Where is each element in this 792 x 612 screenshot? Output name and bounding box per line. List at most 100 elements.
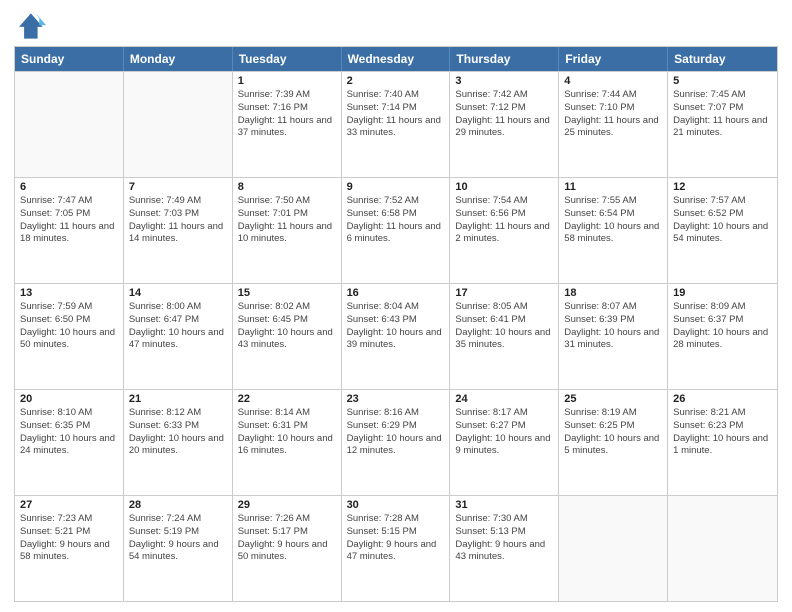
day-number: 6 (20, 181, 118, 193)
weekday-header-sunday: Sunday (15, 47, 124, 71)
calendar-week-4: 20 Sunrise: 8:10 AMSunset: 6:35 PMDayligh… (15, 389, 777, 495)
day-info: Sunrise: 8:10 AMSunset: 6:35 PMDaylight:… (20, 407, 118, 458)
day-number: 11 (564, 181, 662, 193)
day-number: 23 (347, 393, 445, 405)
weekday-header-wednesday: Wednesday (342, 47, 451, 71)
day-number: 20 (20, 393, 118, 405)
day-number: 8 (238, 181, 336, 193)
weekday-header-monday: Monday (124, 47, 233, 71)
weekday-header-saturday: Saturday (668, 47, 777, 71)
day-info: Sunrise: 8:17 AMSunset: 6:27 PMDaylight:… (455, 407, 553, 458)
day-info: Sunrise: 7:49 AMSunset: 7:03 PMDaylight:… (129, 195, 227, 246)
day-info: Sunrise: 7:23 AMSunset: 5:21 PMDaylight:… (20, 513, 118, 564)
day-number: 31 (455, 499, 553, 511)
day-number: 26 (673, 393, 772, 405)
day-info: Sunrise: 7:45 AMSunset: 7:07 PMDaylight:… (673, 89, 772, 140)
calendar-day-19: 19 Sunrise: 8:09 AMSunset: 6:37 PMDayligh… (668, 284, 777, 389)
weekday-header-tuesday: Tuesday (233, 47, 342, 71)
calendar-day-22: 22 Sunrise: 8:14 AMSunset: 6:31 PMDayligh… (233, 390, 342, 495)
day-number: 5 (673, 75, 772, 87)
day-info: Sunrise: 7:40 AMSunset: 7:14 PMDaylight:… (347, 89, 445, 140)
calendar: SundayMondayTuesdayWednesdayThursdayFrid… (14, 46, 778, 602)
day-number: 27 (20, 499, 118, 511)
day-number: 2 (347, 75, 445, 87)
day-info: Sunrise: 7:59 AMSunset: 6:50 PMDaylight:… (20, 301, 118, 352)
day-info: Sunrise: 8:04 AMSunset: 6:43 PMDaylight:… (347, 301, 445, 352)
calendar-empty-cell (15, 72, 124, 177)
day-number: 1 (238, 75, 336, 87)
day-number: 18 (564, 287, 662, 299)
calendar-day-31: 31 Sunrise: 7:30 AMSunset: 5:13 PMDayligh… (450, 496, 559, 601)
day-info: Sunrise: 7:50 AMSunset: 7:01 PMDaylight:… (238, 195, 336, 246)
calendar-day-10: 10Sunrise: 7:54 AMSunset: 6:56 PMDayligh… (450, 178, 559, 283)
calendar-week-2: 6 Sunrise: 7:47 AMSunset: 7:05 PMDaylight… (15, 177, 777, 283)
day-number: 15 (238, 287, 336, 299)
day-info: Sunrise: 7:52 AMSunset: 6:58 PMDaylight:… (347, 195, 445, 246)
calendar-day-18: 18 Sunrise: 8:07 AMSunset: 6:39 PMDayligh… (559, 284, 668, 389)
calendar-day-28: 28Sunrise: 7:24 AMSunset: 5:19 PMDayligh… (124, 496, 233, 601)
logo (14, 10, 50, 42)
day-number: 9 (347, 181, 445, 193)
calendar-day-16: 16 Sunrise: 8:04 AMSunset: 6:43 PMDayligh… (342, 284, 451, 389)
calendar-day-23: 23Sunrise: 8:16 AMSunset: 6:29 PMDayligh… (342, 390, 451, 495)
calendar-day-8: 8 Sunrise: 7:50 AMSunset: 7:01 PMDaylight… (233, 178, 342, 283)
day-info: Sunrise: 7:24 AMSunset: 5:19 PMDaylight:… (129, 513, 227, 564)
weekday-header-thursday: Thursday (450, 47, 559, 71)
calendar-day-21: 21 Sunrise: 8:12 AMSunset: 6:33 PMDayligh… (124, 390, 233, 495)
day-info: Sunrise: 7:57 AMSunset: 6:52 PMDaylight:… (673, 195, 772, 246)
calendar-day-3: 3Sunrise: 7:42 AMSunset: 7:12 PMDaylight… (450, 72, 559, 177)
day-info: Sunrise: 7:42 AMSunset: 7:12 PMDaylight:… (455, 89, 553, 140)
calendar-empty-cell (124, 72, 233, 177)
calendar-week-1: 1 Sunrise: 7:39 AMSunset: 7:16 PMDaylight… (15, 71, 777, 177)
day-info: Sunrise: 7:39 AMSunset: 7:16 PMDaylight:… (238, 89, 336, 140)
day-info: Sunrise: 7:47 AMSunset: 7:05 PMDaylight:… (20, 195, 118, 246)
day-number: 22 (238, 393, 336, 405)
calendar-day-2: 2 Sunrise: 7:40 AMSunset: 7:14 PMDaylight… (342, 72, 451, 177)
calendar-body: 1 Sunrise: 7:39 AMSunset: 7:16 PMDaylight… (15, 71, 777, 601)
calendar-day-12: 12 Sunrise: 7:57 AMSunset: 6:52 PMDayligh… (668, 178, 777, 283)
day-info: Sunrise: 8:00 AMSunset: 6:47 PMDaylight:… (129, 301, 227, 352)
calendar-day-24: 24 Sunrise: 8:17 AMSunset: 6:27 PMDayligh… (450, 390, 559, 495)
logo-icon (14, 10, 46, 42)
calendar-day-29: 29 Sunrise: 7:26 AMSunset: 5:17 PMDayligh… (233, 496, 342, 601)
day-info: Sunrise: 7:28 AMSunset: 5:15 PMDaylight:… (347, 513, 445, 564)
day-number: 29 (238, 499, 336, 511)
day-info: Sunrise: 8:07 AMSunset: 6:39 PMDaylight:… (564, 301, 662, 352)
weekday-header-friday: Friday (559, 47, 668, 71)
calendar-day-20: 20 Sunrise: 8:10 AMSunset: 6:35 PMDayligh… (15, 390, 124, 495)
day-info: Sunrise: 8:09 AMSunset: 6:37 PMDaylight:… (673, 301, 772, 352)
day-info: Sunrise: 8:05 AMSunset: 6:41 PMDaylight:… (455, 301, 553, 352)
calendar-day-9: 9 Sunrise: 7:52 AMSunset: 6:58 PMDaylight… (342, 178, 451, 283)
day-info: Sunrise: 7:54 AMSunset: 6:56 PMDaylight:… (455, 195, 553, 246)
day-info: Sunrise: 7:55 AMSunset: 6:54 PMDaylight:… (564, 195, 662, 246)
day-number: 7 (129, 181, 227, 193)
calendar-empty-cell (559, 496, 668, 601)
calendar-day-1: 1 Sunrise: 7:39 AMSunset: 7:16 PMDaylight… (233, 72, 342, 177)
day-number: 4 (564, 75, 662, 87)
day-number: 14 (129, 287, 227, 299)
day-number: 24 (455, 393, 553, 405)
day-info: Sunrise: 8:12 AMSunset: 6:33 PMDaylight:… (129, 407, 227, 458)
calendar-day-25: 25Sunrise: 8:19 AMSunset: 6:25 PMDayligh… (559, 390, 668, 495)
day-number: 19 (673, 287, 772, 299)
calendar-header-row: SundayMondayTuesdayWednesdayThursdayFrid… (15, 47, 777, 71)
calendar-day-27: 27 Sunrise: 7:23 AMSunset: 5:21 PMDayligh… (15, 496, 124, 601)
calendar-day-30: 30 Sunrise: 7:28 AMSunset: 5:15 PMDayligh… (342, 496, 451, 601)
calendar-day-5: 5 Sunrise: 7:45 AMSunset: 7:07 PMDaylight… (668, 72, 777, 177)
header (14, 10, 778, 42)
day-info: Sunrise: 8:02 AMSunset: 6:45 PMDaylight:… (238, 301, 336, 352)
day-number: 12 (673, 181, 772, 193)
calendar-day-6: 6 Sunrise: 7:47 AMSunset: 7:05 PMDaylight… (15, 178, 124, 283)
day-number: 30 (347, 499, 445, 511)
day-info: Sunrise: 7:30 AMSunset: 5:13 PMDaylight:… (455, 513, 553, 564)
day-number: 16 (347, 287, 445, 299)
day-info: Sunrise: 8:14 AMSunset: 6:31 PMDaylight:… (238, 407, 336, 458)
calendar-week-3: 13Sunrise: 7:59 AMSunset: 6:50 PMDayligh… (15, 283, 777, 389)
calendar-day-13: 13Sunrise: 7:59 AMSunset: 6:50 PMDayligh… (15, 284, 124, 389)
day-info: Sunrise: 7:26 AMSunset: 5:17 PMDaylight:… (238, 513, 336, 564)
page: SundayMondayTuesdayWednesdayThursdayFrid… (0, 0, 792, 612)
calendar-empty-cell (668, 496, 777, 601)
day-number: 21 (129, 393, 227, 405)
day-number: 25 (564, 393, 662, 405)
calendar-day-26: 26Sunrise: 8:21 AMSunset: 6:23 PMDayligh… (668, 390, 777, 495)
